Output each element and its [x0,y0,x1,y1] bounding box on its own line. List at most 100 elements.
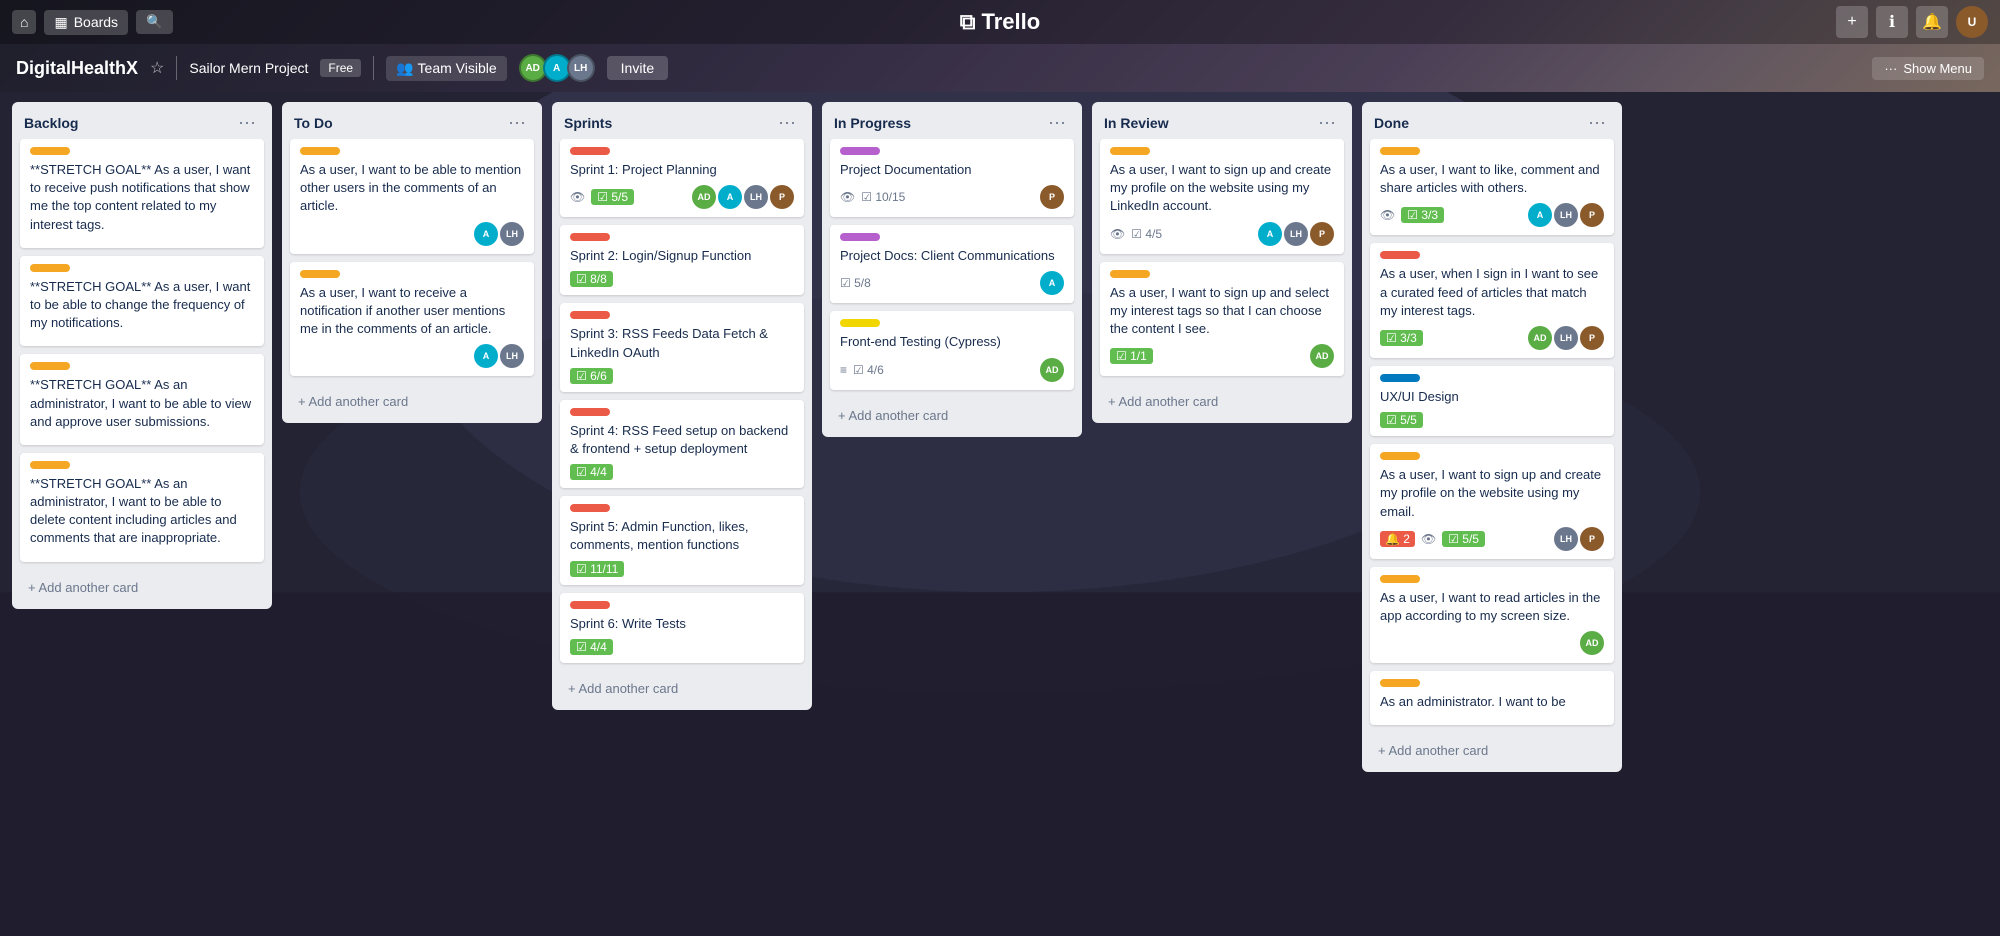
avatar[interactable]: A [1528,203,1552,227]
card[interactable]: As a user, when I sign in I want to see … [1370,243,1614,358]
avatar[interactable]: LH [1554,203,1578,227]
checklist-badge: ☑ 3/3 [1380,330,1423,346]
avatar[interactable]: AD [692,185,716,209]
checklist-badge: ☑ 4/6 [853,363,884,377]
add-card-button[interactable]: + Add another card [830,402,1074,429]
card-title: Project Docs: Client Communications [840,247,1064,265]
avatar[interactable]: P [1580,203,1604,227]
card-label [30,147,70,155]
boards-button[interactable]: ▦ Boards [44,10,128,35]
card-avatars: ALHP [1256,222,1334,246]
card-footer: ☑ 8/8 [570,271,794,287]
card-label [1380,452,1420,460]
avatar[interactable]: LH [1554,527,1578,551]
team-label: Team Visible [418,60,497,76]
avatar[interactable]: AD [1528,326,1552,350]
column-menu-button[interactable]: ··· [1314,112,1340,133]
card[interactable]: Project Documentation👁☑ 10/15P [830,139,1074,217]
card-avatars: ALH [472,344,524,368]
column-menu-button[interactable]: ··· [1044,112,1070,133]
avatar[interactable]: P [1580,527,1604,551]
card-title: **STRETCH GOAL** As an administrator, I … [30,376,254,431]
card[interactable]: **STRETCH GOAL** As a user, I want to re… [20,139,264,248]
card[interactable]: Sprint 4: RSS Feed setup on backend & fr… [560,400,804,488]
show-menu-button[interactable]: ··· Show Menu [1872,57,1984,80]
checklist-badge: ☑ 4/5 [1131,227,1162,241]
avatar[interactable]: A [474,222,498,246]
avatar[interactable]: A [474,344,498,368]
card[interactable]: Project Docs: Client Communications☑ 5/8… [830,225,1074,303]
card[interactable]: As a user, I want to be able to mention … [290,139,534,254]
column-cards: As a user, I want to sign up and create … [1092,139,1352,384]
column-menu-button[interactable]: ··· [1584,112,1610,133]
column-cards: As a user, I want to like, comment and s… [1362,139,1622,733]
avatar[interactable]: P [1040,185,1064,209]
card[interactable]: Sprint 1: Project Planning👁☑ 5/5ADALHP [560,139,804,217]
column-sprints: Sprints ··· Sprint 1: Project Planning👁☑ 5… [552,102,812,710]
card[interactable]: As a user, I want to sign up and select … [1100,262,1344,377]
grid-icon: ▦ [54,14,67,31]
card[interactable]: As a user, I want to receive a notificat… [290,262,534,377]
column-cards: Sprint 1: Project Planning👁☑ 5/5ADALHP Sp… [552,139,812,671]
card-footer: 👁☑ 4/5ALHP [1110,222,1334,246]
card-title: **STRETCH GOAL** As an administrator, I … [30,475,254,548]
card[interactable]: As a user, I want to read articles in th… [1370,567,1614,663]
card-footer: ☑ 4/4 [570,464,794,480]
card[interactable]: **STRETCH GOAL** As an administrator, I … [20,453,264,562]
avatar[interactable]: P [1580,326,1604,350]
card-label [1380,679,1420,687]
card[interactable]: **STRETCH GOAL** As a user, I want to be… [20,256,264,347]
column-menu-button[interactable]: ··· [774,112,800,133]
avatar-lh[interactable]: LH [567,54,595,82]
card[interactable]: As a user, I want to sign up and create … [1370,444,1614,559]
avatar[interactable]: LH [500,344,524,368]
card[interactable]: As an administrator. I want to be [1370,671,1614,725]
card[interactable]: As a user, I want to sign up and create … [1100,139,1344,254]
search-button[interactable]: 🔍 [136,10,173,34]
column-title: To Do [294,115,333,131]
card[interactable]: Sprint 6: Write Tests☑ 4/4 [560,593,804,663]
avatar[interactable]: P [1310,222,1334,246]
user-avatar[interactable]: U [1956,6,1988,38]
eye-icon: 👁 [1421,532,1436,546]
add-card-button[interactable]: + Add another card [1100,388,1344,415]
avatar[interactable]: A [1040,271,1064,295]
invite-button[interactable]: Invite [607,56,668,80]
avatar[interactable]: LH [500,222,524,246]
info-button[interactable]: ℹ [1876,6,1908,38]
add-card-button[interactable]: + Add another card [1370,737,1614,764]
avatar[interactable]: P [770,185,794,209]
card[interactable]: Sprint 3: RSS Feeds Data Fetch & LinkedI… [560,303,804,391]
card[interactable]: UX/UI Design☑ 5/5 [1370,366,1614,436]
avatar[interactable]: LH [744,185,768,209]
card-title: As a user, I want to like, comment and s… [1380,161,1604,197]
card-footer: ☑ 5/5 [1380,412,1604,428]
column-done: Done···As a user, I want to like, commen… [1362,102,1622,772]
column-menu-button[interactable]: ··· [234,112,260,133]
column-footer: + Add another card [1092,384,1352,423]
star-button[interactable]: ☆ [150,58,164,78]
avatar[interactable]: A [718,185,742,209]
avatar[interactable]: LH [1554,326,1578,350]
add-card-button[interactable]: + Add another card [560,675,804,702]
card[interactable]: Sprint 5: Admin Function, likes, comment… [560,496,804,584]
card-footer: ☑ 6/6 [570,368,794,384]
card[interactable]: Sprint 2: Login/Signup Function☑ 8/8 [560,225,804,295]
card[interactable]: Front-end Testing (Cypress)≡☑ 4/6AD [830,311,1074,389]
home-button[interactable]: ⌂ [12,10,36,34]
card[interactable]: As a user, I want to like, comment and s… [1370,139,1614,235]
card[interactable]: **STRETCH GOAL** As an administrator, I … [20,354,264,445]
add-button[interactable]: + [1836,6,1868,38]
column-title: Sprints [564,115,612,131]
add-card-button[interactable]: + Add another card [20,574,264,601]
avatar[interactable]: AD [1580,631,1604,655]
team-visibility[interactable]: 👥 Team Visible [386,56,507,81]
column-menu-button[interactable]: ··· [504,112,530,133]
avatar[interactable]: LH [1284,222,1308,246]
avatar[interactable]: AD [1310,344,1334,368]
card-avatars: ALH [472,222,524,246]
avatar[interactable]: A [1258,222,1282,246]
add-card-button[interactable]: + Add another card [290,388,534,415]
notification-button[interactable]: 🔔 [1916,6,1948,38]
avatar[interactable]: AD [1040,358,1064,382]
